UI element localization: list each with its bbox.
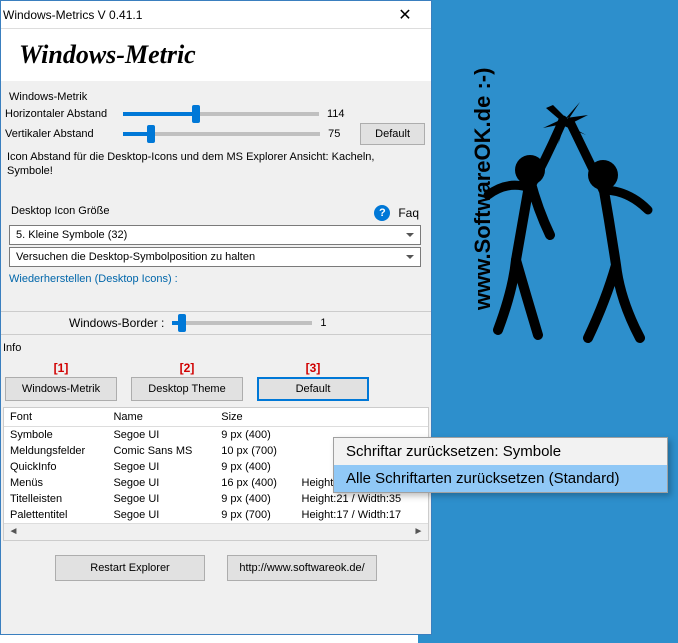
restart-explorer-button[interactable]: Restart Explorer	[55, 555, 205, 581]
marker-1: [1]	[54, 361, 69, 375]
border-slider[interactable]	[172, 321, 312, 325]
table-cell: 9 px (400)	[215, 491, 295, 507]
close-icon[interactable]: ✕	[385, 3, 425, 27]
border-label: Windows-Border :	[69, 316, 164, 330]
table-cell: Symbole	[4, 426, 107, 443]
bottom-buttons: Restart Explorer http://www.softwareok.d…	[1, 541, 431, 595]
icon-size-group: Desktop Icon Größe ? Faq 5. Kleine Symbo…	[1, 197, 429, 297]
faq-icon: ?	[374, 205, 390, 221]
info-label: Info	[3, 342, 21, 354]
scroll-right-icon[interactable]: ►	[411, 524, 426, 539]
vert-value: 75	[328, 128, 360, 140]
horiz-value: 114	[327, 108, 359, 120]
icon-size-dropdown[interactable]: 5. Kleine Symbole (32)	[9, 225, 421, 245]
table-cell: Segoe UI	[107, 507, 215, 523]
iconsize-group-label: Desktop Icon Größe	[7, 205, 113, 217]
table-cell: 9 px (400)	[215, 459, 295, 475]
windows-border-row: Windows-Border : 1	[1, 311, 431, 335]
table-cell: 16 px (400)	[215, 475, 295, 491]
celebration-figures	[468, 60, 668, 360]
table-cell: 9 px (700)	[215, 507, 295, 523]
table-cell: Segoe UI	[107, 459, 215, 475]
table-cell: Segoe UI	[107, 426, 215, 443]
reset-windows-metrik-button[interactable]: Windows-Metrik	[5, 377, 117, 401]
font-reset-context-menu: Schriftar zurücksetzen: Symbole Alle Sch…	[333, 437, 668, 493]
windows-metrik-group: Windows-Metrik Horizontaler Abstand 114 …	[1, 85, 429, 193]
reset-default-button[interactable]: Default	[257, 377, 369, 401]
border-value: 1	[320, 317, 352, 329]
table-cell: Palettentitel	[4, 507, 107, 523]
reset-desktop-theme-button[interactable]: Desktop Theme	[131, 377, 243, 401]
horizontal-scrollbar[interactable]: ◄ ►	[4, 523, 428, 540]
vert-slider[interactable]	[123, 132, 320, 136]
horiz-label: Horizontaler Abstand	[5, 108, 115, 120]
table-header[interactable]	[296, 408, 429, 427]
table-header[interactable]: Name	[107, 408, 215, 427]
table-cell: 9 px (400)	[215, 426, 295, 443]
table-header[interactable]: Size	[215, 408, 295, 427]
faq-label: Faq	[398, 206, 419, 220]
table-cell: Segoe UI	[107, 491, 215, 507]
window-title: Windows-Metrics V 0.41.1	[3, 8, 385, 22]
website-text: www.SoftwareOK.de :-)	[470, 68, 496, 310]
hold-position-dropdown[interactable]: Versuchen die Desktop-Symbolposition zu …	[9, 247, 421, 267]
faq-link[interactable]: ? Faq	[374, 205, 419, 221]
table-cell: Meldungsfelder	[4, 443, 107, 459]
table-cell: 10 px (700)	[215, 443, 295, 459]
table-cell: Height:17 / Width:17	[296, 507, 429, 523]
menu-reset-font-symbole[interactable]: Schriftar zurücksetzen: Symbole	[334, 438, 667, 465]
menu-reset-all-fonts[interactable]: Alle Schriftarten zurücksetzen (Standard…	[334, 465, 667, 492]
horiz-slider[interactable]	[123, 112, 319, 116]
restore-icons-link[interactable]: Wiederherstellen (Desktop Icons) :	[5, 269, 425, 289]
app-banner: Windows-Metric	[1, 29, 431, 81]
table-cell: QuickInfo	[4, 459, 107, 475]
table-cell: Segoe UI	[107, 475, 215, 491]
marker-3: [3]	[306, 361, 321, 375]
app-window: Windows-Metrics V 0.41.1 ✕ Windows-Metri…	[0, 0, 432, 635]
titlebar[interactable]: Windows-Metrics V 0.41.1 ✕	[1, 1, 431, 29]
table-row[interactable]: PalettentitelSegoe UI9 px (700)Height:17…	[4, 507, 428, 523]
table-cell: Comic Sans MS	[107, 443, 215, 459]
metrik-group-label: Windows-Metrik	[5, 91, 91, 103]
table-header[interactable]: Font	[4, 408, 107, 427]
scroll-left-icon[interactable]: ◄	[6, 524, 21, 539]
table-cell: Titelleisten	[4, 491, 107, 507]
website-button[interactable]: http://www.softwareok.de/	[227, 555, 377, 581]
marker-2: [2]	[180, 361, 195, 375]
vert-label: Vertikaler Abstand	[5, 128, 115, 140]
table-cell: Menüs	[4, 475, 107, 491]
reset-buttons-row: [1] Windows-Metrik [2] Desktop Theme [3]…	[1, 357, 431, 407]
banner-title: Windows-Metric	[19, 40, 196, 70]
metrik-desc: Icon Abstand für die Desktop-Icons und d…	[5, 148, 425, 185]
metrik-default-button[interactable]: Default	[360, 123, 425, 145]
